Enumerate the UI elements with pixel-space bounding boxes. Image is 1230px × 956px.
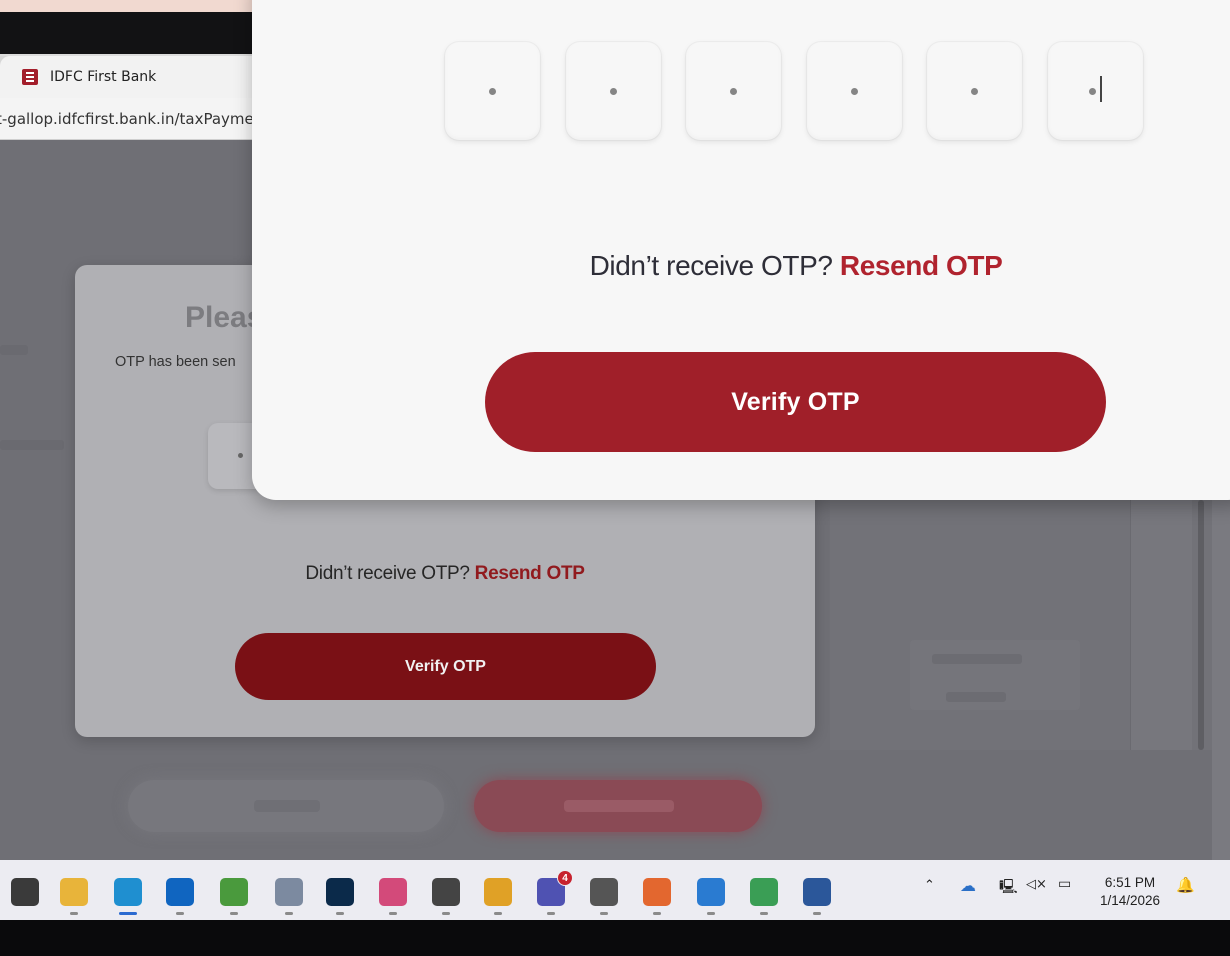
settings-icon[interactable]	[590, 878, 618, 906]
tab-title: IDFC First Bank	[50, 69, 157, 85]
task-view-icon[interactable]	[11, 878, 39, 906]
running-indicator	[760, 912, 768, 915]
chrome-icon[interactable]	[484, 878, 512, 906]
running-indicator	[389, 912, 397, 915]
notification-icon[interactable]: 🔔	[1176, 876, 1195, 894]
background-pay-button	[474, 780, 762, 832]
pen-app-icon[interactable]	[643, 878, 671, 906]
otp-digit-input[interactable]	[927, 42, 1022, 140]
clock[interactable]: 6:51 PM 1/14/2026	[1092, 874, 1168, 910]
running-indicator	[442, 912, 450, 915]
scrollbar-thumb[interactable]	[1198, 500, 1204, 750]
bg-resend-otp-link: Resend OTP	[474, 563, 585, 584]
browser-tabbar: IDFC First Bank	[0, 54, 262, 98]
otp-modal: Didn’t receive OTP? Resend OTP Verify OT…	[252, 0, 1230, 500]
running-indicator	[230, 912, 238, 915]
url-text: t-gallop.idfcfirst.bank.in/taxPayme	[0, 109, 254, 128]
outlook-icon[interactable]	[166, 878, 194, 906]
bg-resend-row: Didn’t receive OTP? Resend OTP	[75, 563, 815, 585]
screen-bezel	[0, 920, 1230, 956]
app-installer-icon[interactable]	[275, 878, 303, 906]
screen: IDFC First Bank t-gallop.idfcfirst.bank.…	[0, 0, 1230, 956]
file-explorer-icon[interactable]	[60, 878, 88, 906]
otp-digit-input[interactable]	[445, 42, 540, 140]
running-indicator	[494, 912, 502, 915]
word-icon[interactable]	[803, 878, 831, 906]
otp-digit-input[interactable]	[807, 42, 902, 140]
otp-mask-dot	[489, 88, 496, 95]
running-indicator	[547, 912, 555, 915]
running-indicator	[285, 912, 293, 915]
otp-digit-input[interactable]	[566, 42, 661, 140]
notepad-icon[interactable]	[697, 878, 725, 906]
bg-verify-otp-button: Verify OTP	[235, 633, 656, 700]
running-indicator	[600, 912, 608, 915]
chevron-up-icon[interactable]: ⌃	[924, 878, 935, 893]
paint-icon[interactable]	[220, 878, 248, 906]
text-caret	[1100, 76, 1102, 102]
running-indicator	[336, 912, 344, 915]
otp-digit-input[interactable]	[686, 42, 781, 140]
running-indicator	[119, 912, 137, 915]
otp-mask-dot	[1089, 88, 1096, 95]
battery-icon[interactable]: ▭	[1058, 876, 1071, 892]
background-card-column	[1130, 500, 1192, 750]
taskbar: 4 ⌃ ☁ 🖳 ◁× ▭ 6:51 PM 1/14/2026 🔔	[0, 860, 1230, 920]
verify-otp-button[interactable]: Verify OTP	[485, 352, 1106, 452]
resend-row: Didn’t receive OTP? Resend OTP	[252, 250, 1230, 282]
teams-icon[interactable]: 4	[537, 870, 573, 906]
resend-prefix: Didn’t receive OTP?	[589, 250, 833, 281]
running-indicator	[813, 912, 821, 915]
m365-icon[interactable]	[379, 878, 407, 906]
background-text	[0, 440, 64, 450]
window-titlebar	[0, 12, 260, 54]
teams-badge: 4	[557, 870, 573, 886]
bg-resend-prefix: Didn’t receive OTP?	[305, 563, 470, 584]
background-cancel-button	[128, 780, 444, 832]
running-indicator	[176, 912, 184, 915]
browser-tab[interactable]: IDFC First Bank	[0, 56, 262, 98]
resend-otp-link[interactable]: Resend OTP	[840, 250, 1003, 281]
otp-digit-input[interactable]	[1048, 42, 1143, 140]
bg-modal-subtitle: OTP has been sen	[115, 354, 236, 370]
otp-mask-dot	[610, 88, 617, 95]
network-icon[interactable]: 🖳	[999, 876, 1018, 900]
address-bar[interactable]: t-gallop.idfcfirst.bank.in/taxPayme	[0, 98, 262, 140]
background-summary	[910, 640, 1080, 710]
onedrive-icon[interactable]: ☁	[960, 876, 976, 895]
clock-date: 1/14/2026	[1099, 893, 1161, 908]
clock-app-icon[interactable]	[432, 878, 460, 906]
idfc-favicon-icon	[22, 69, 38, 85]
volume-muted-icon[interactable]: ◁×	[1026, 877, 1047, 892]
running-indicator	[653, 912, 661, 915]
background-text	[0, 345, 28, 355]
otp-mask-dot	[730, 88, 737, 95]
media-player-icon[interactable]	[750, 878, 778, 906]
otp-mask-dot	[851, 88, 858, 95]
running-indicator	[70, 912, 78, 915]
webex-icon[interactable]	[326, 878, 354, 906]
top-strip	[0, 0, 260, 12]
running-indicator	[707, 912, 715, 915]
otp-mask-dot	[971, 88, 978, 95]
clock-time: 6:51 PM	[1104, 875, 1156, 890]
edge-icon[interactable]	[114, 878, 142, 906]
